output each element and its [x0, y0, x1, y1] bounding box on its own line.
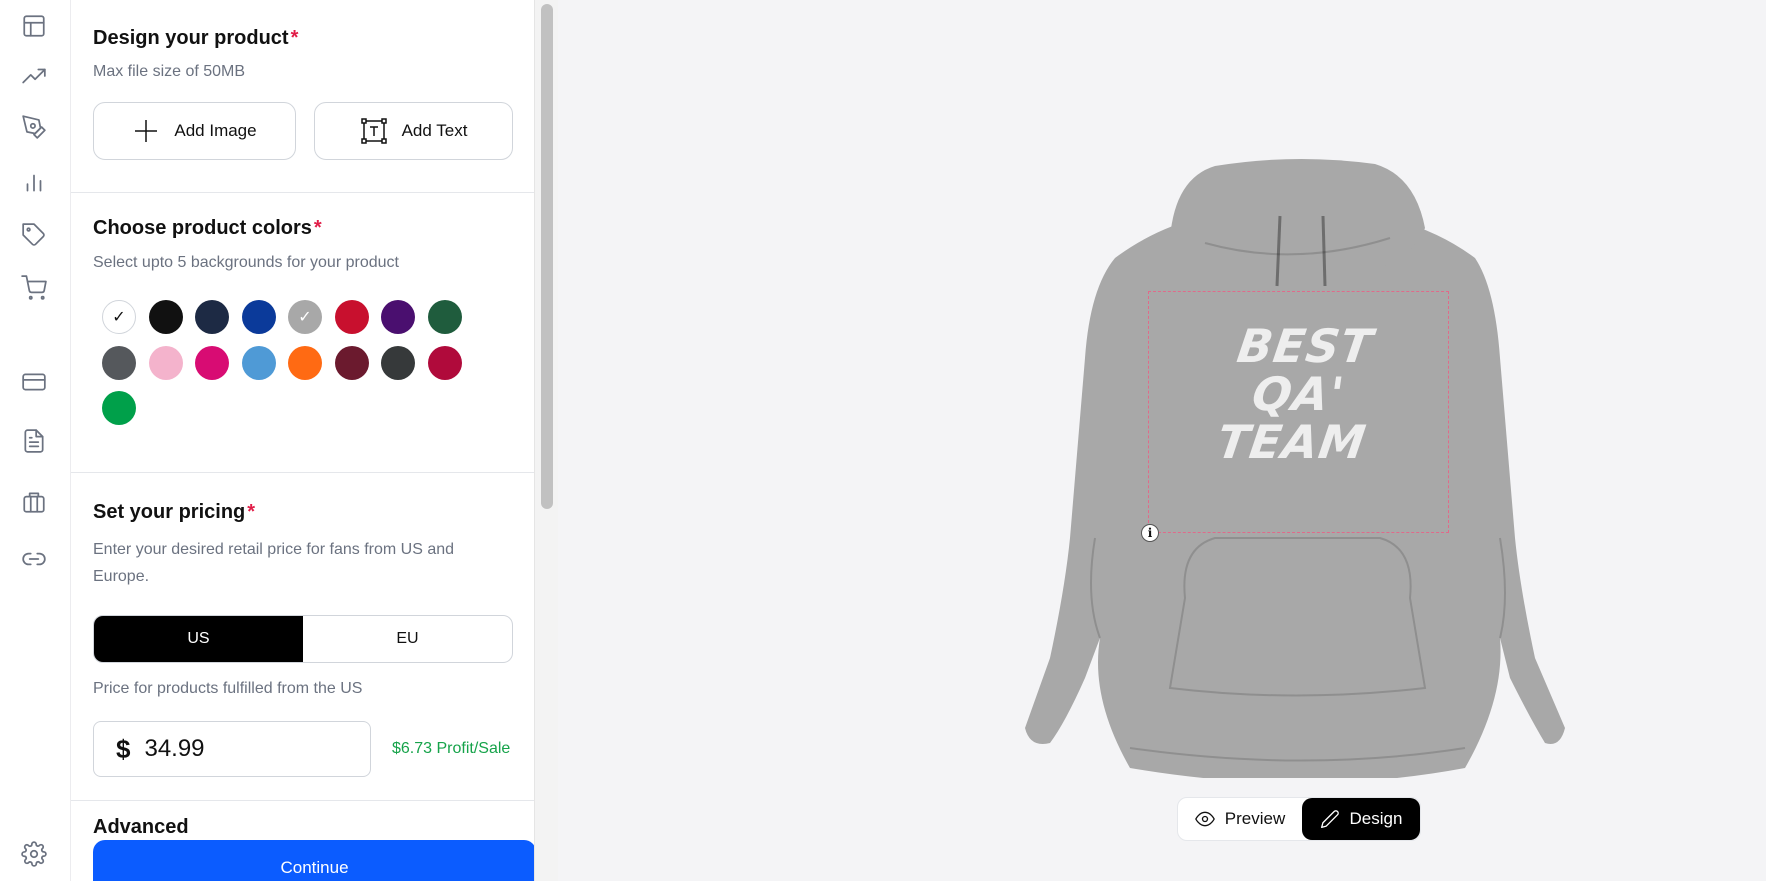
colors-section-title: Choose product colors *	[93, 217, 322, 239]
pricing-section-subtitle: Enter your desired retail price for fans…	[93, 541, 455, 585]
design-tab[interactable]: Design	[1302, 798, 1420, 840]
color-swatch[interactable]	[241, 345, 276, 380]
add-text-label: Add Text	[401, 121, 468, 140]
color-swatch[interactable]	[334, 300, 369, 334]
plus-icon	[135, 120, 158, 142]
pricing-note: Price for products fulfilled from the US	[93, 680, 363, 697]
cart-icon[interactable]	[20, 274, 48, 302]
add-text-button[interactable]: Add Text	[314, 102, 513, 160]
color-swatch[interactable]	[102, 391, 136, 425]
design-text-layer[interactable]: BEST QA' TEAM	[1138, 319, 1459, 469]
add-image-label: Add Image	[174, 121, 257, 140]
color-swatch[interactable]	[195, 300, 229, 334]
design-text-line: TEAM	[1213, 415, 1370, 469]
price-input[interactable]	[144, 735, 325, 763]
layout-icon[interactable]	[20, 12, 48, 40]
advanced-section-title: Advanced	[93, 816, 189, 838]
color-swatch[interactable]	[195, 345, 229, 380]
color-swatch[interactable]	[381, 300, 415, 334]
design-text-line: QA'	[1248, 367, 1349, 421]
color-swatch[interactable]: ✓	[288, 300, 322, 334]
info-icon[interactable]: i	[1141, 524, 1159, 542]
color-swatch[interactable]: ✓	[102, 300, 136, 334]
app: Design your product * Max file size of 50…	[0, 0, 1766, 881]
checkmark-icon: ✓	[112, 309, 126, 326]
region-tab-us[interactable]: US	[94, 616, 303, 662]
color-swatch[interactable]	[241, 300, 276, 334]
document-icon[interactable]	[20, 427, 48, 455]
eye-icon	[1194, 811, 1215, 827]
pencil-icon	[1320, 810, 1339, 828]
design-tab-label: Design	[1349, 809, 1403, 828]
pen-tool-icon[interactable]	[20, 113, 48, 141]
credit-card-icon[interactable]	[20, 368, 48, 396]
color-swatch[interactable]	[334, 345, 369, 380]
color-swatch[interactable]	[102, 345, 136, 380]
color-swatch[interactable]	[427, 300, 462, 334]
profit-per-sale: $6.73 Profit/Sale	[392, 740, 511, 757]
price-input-wrapper: $	[93, 721, 371, 777]
add-image-button[interactable]: Add Image	[93, 102, 296, 160]
briefcase-icon[interactable]	[20, 488, 48, 516]
color-swatch[interactable]	[148, 345, 183, 380]
trending-icon[interactable]	[20, 62, 48, 90]
color-swatch[interactable]	[148, 300, 183, 334]
preview-tab-label: Preview	[1224, 809, 1286, 828]
view-mode-toggle: Preview Design	[1177, 797, 1421, 841]
design-text-line: BEST	[1233, 319, 1377, 373]
color-swatch[interactable]	[427, 345, 462, 380]
section-divider	[71, 192, 534, 193]
section-divider	[71, 472, 534, 473]
tag-icon[interactable]	[20, 221, 48, 249]
checkmark-icon: ✓	[298, 309, 312, 326]
color-swatch[interactable]	[288, 345, 322, 380]
settings-icon[interactable]	[20, 840, 48, 868]
section-divider	[71, 800, 534, 801]
design-section-title: Design your product *	[93, 27, 299, 49]
product-config-panel: Design your product * Max file size of 50…	[71, 0, 534, 881]
preview-tab[interactable]: Preview	[1178, 798, 1302, 840]
pricing-section-title: Set your pricing *	[93, 501, 256, 523]
design-section-subtitle: Max file size of 50MB	[93, 63, 246, 80]
region-segmented-control: US EU	[93, 615, 513, 663]
color-swatch[interactable]	[381, 345, 415, 380]
left-nav-rail	[0, 0, 71, 881]
link-icon[interactable]	[20, 545, 48, 573]
text-box-icon	[360, 118, 387, 144]
colors-section-subtitle: Select upto 5 backgrounds for your produ…	[93, 254, 399, 271]
continue-button[interactable]: Continue	[93, 840, 534, 881]
region-tab-eu[interactable]: EU	[303, 616, 512, 662]
currency-symbol: $	[116, 733, 131, 764]
panel-scrollbar-thumb[interactable]	[541, 4, 553, 509]
bar-chart-icon[interactable]	[20, 168, 48, 196]
